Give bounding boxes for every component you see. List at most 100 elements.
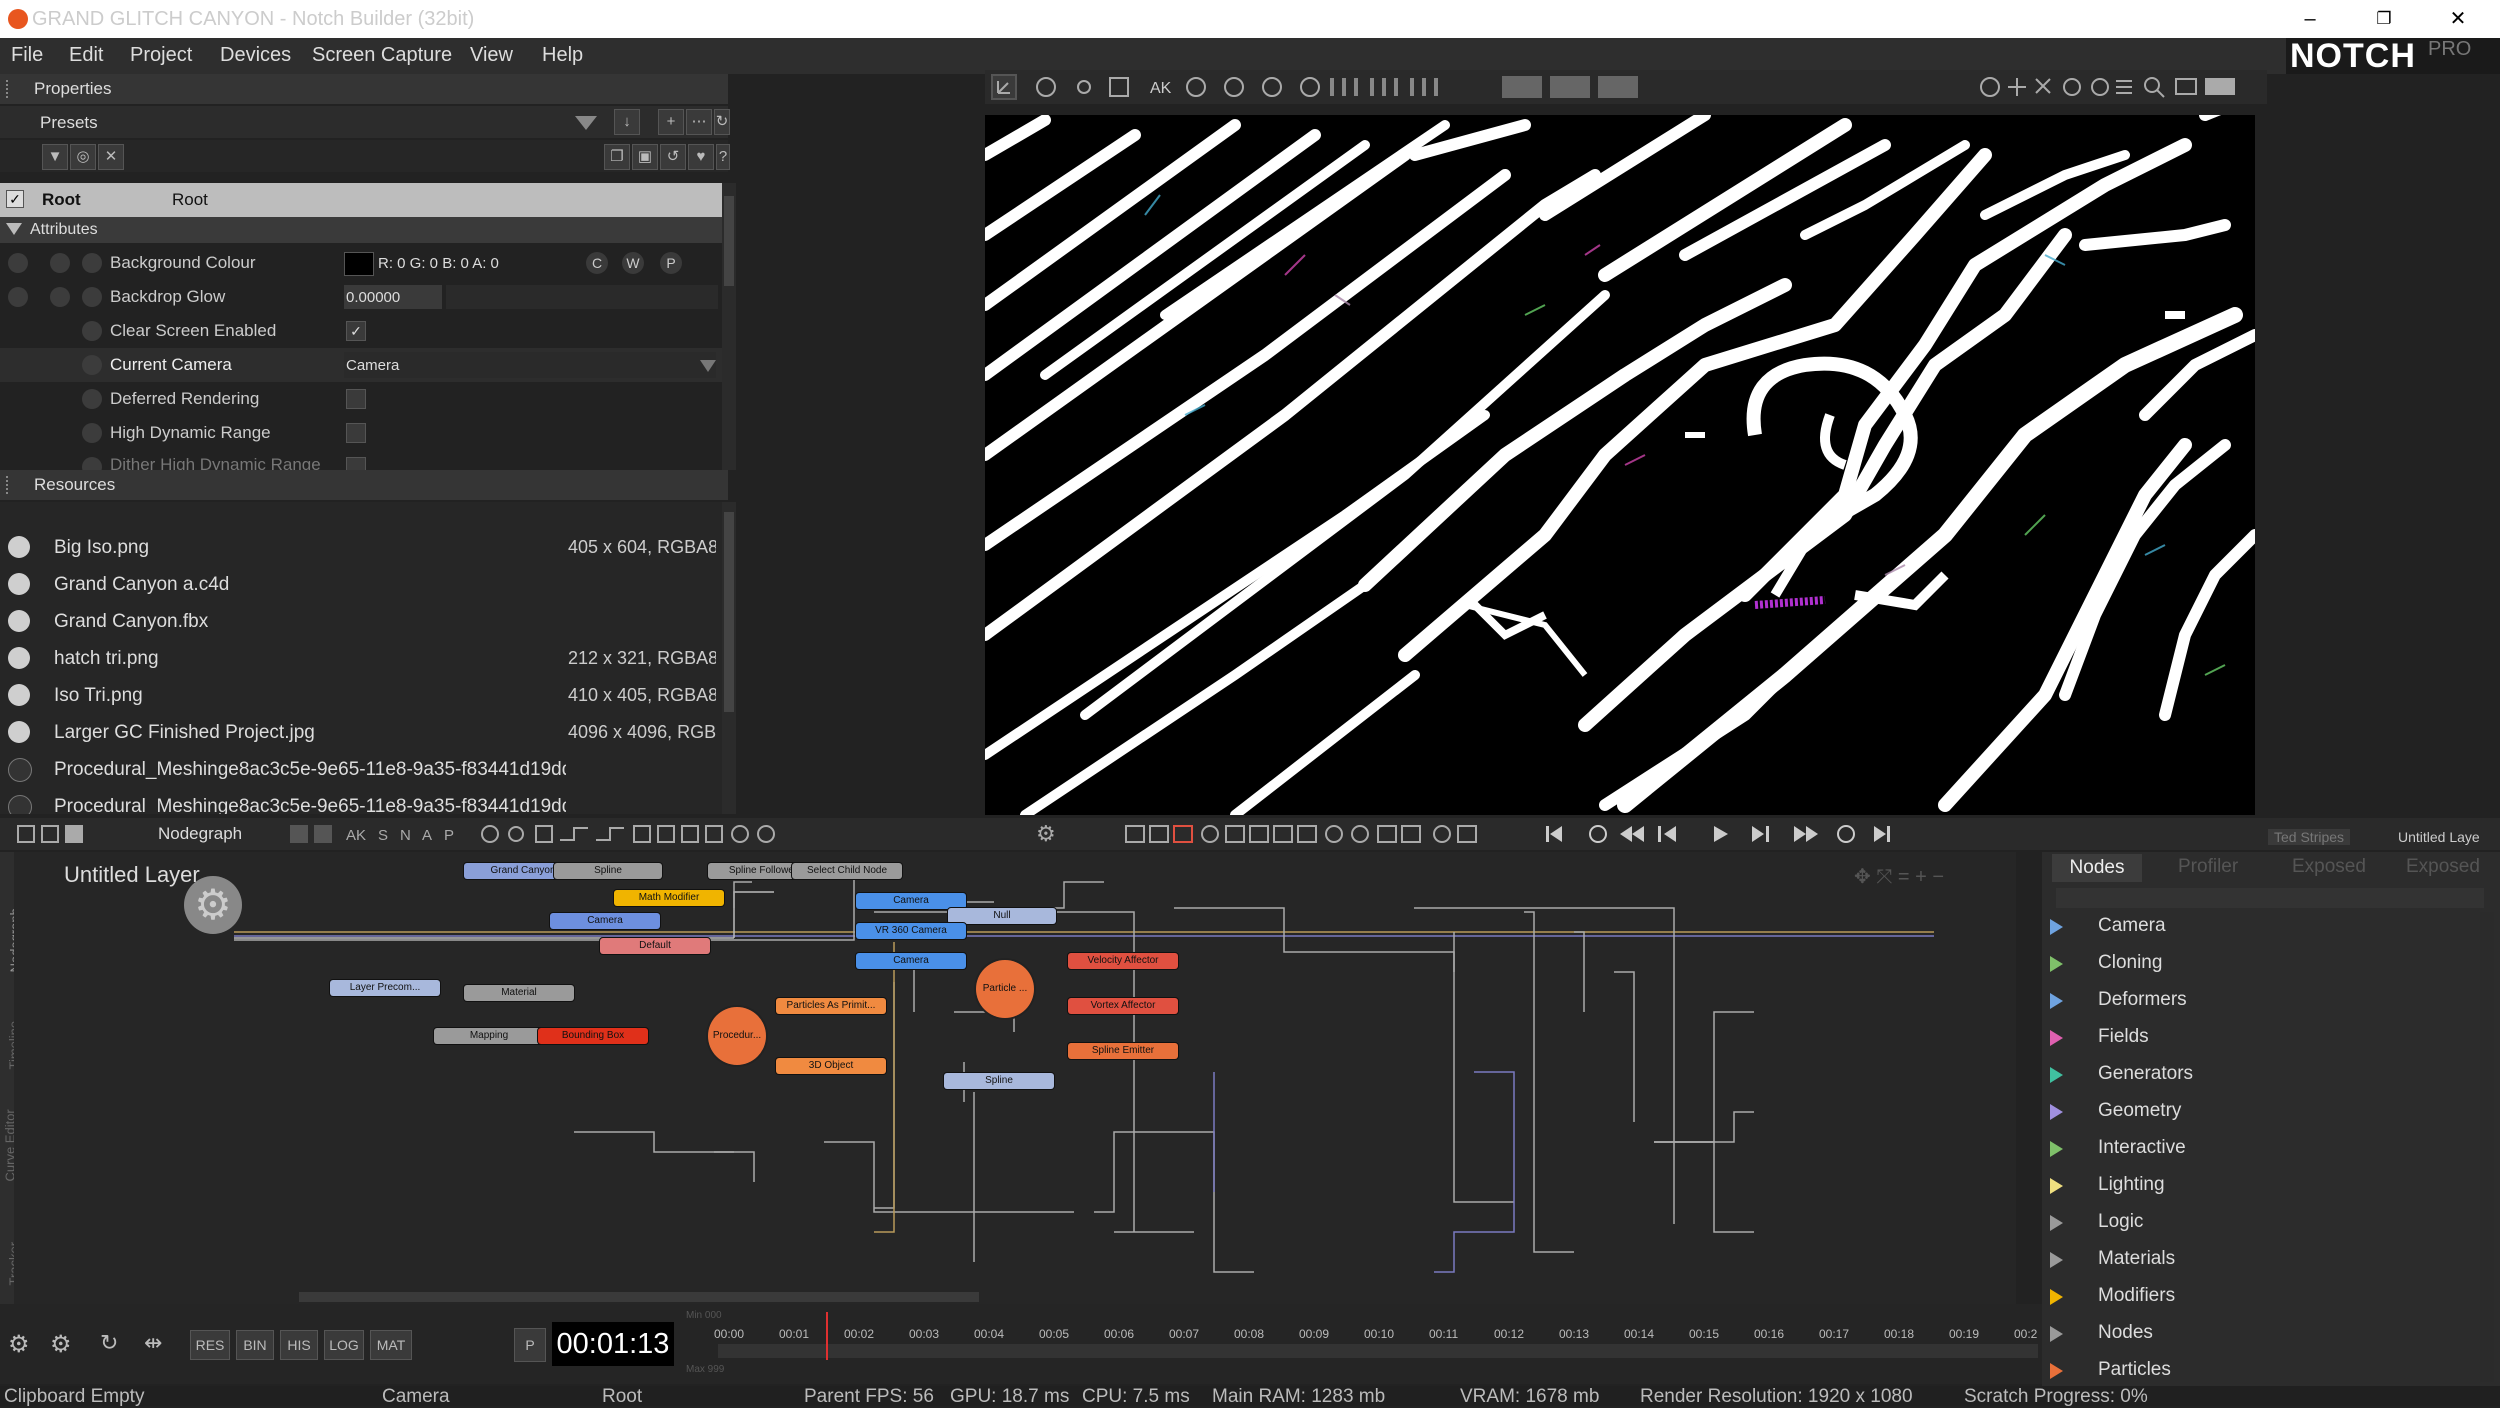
chevron-down-icon[interactable] — [700, 360, 716, 372]
node-bounding-box[interactable]: Bounding Box — [538, 1028, 648, 1044]
resource-item[interactable]: Procedural_Meshinge8ac3c5e-9e65-11e8-9a3… — [0, 751, 722, 788]
link-dot-icon[interactable] — [82, 253, 102, 273]
panel-grip-icon[interactable] — [6, 476, 12, 494]
nodes-search-input[interactable] — [2056, 888, 2484, 908]
node-camera[interactable]: Camera — [856, 893, 966, 909]
p-button[interactable]: P — [514, 1328, 546, 1362]
resources-scroll-thumb[interactable] — [724, 512, 734, 712]
expose-dot-icon[interactable] — [50, 253, 70, 273]
node-spline-emitter[interactable]: Spline Emitter — [1068, 1043, 1178, 1059]
node-material[interactable]: Material — [464, 985, 574, 1001]
minimize-button[interactable]: – — [2290, 4, 2330, 34]
render-viewport[interactable] — [985, 115, 2255, 815]
reload-icon[interactable]: ↻ — [100, 1330, 118, 1356]
playhead[interactable] — [826, 1312, 828, 1360]
panel-grip-icon[interactable] — [6, 80, 12, 98]
nodes-item-generators[interactable]: Generators — [2098, 1063, 2193, 1085]
resource-item[interactable]: Iso Tri.png 410 x 405, RGBA8 — [0, 677, 722, 714]
target-icon[interactable]: ◎ — [70, 144, 96, 170]
timeline-track[interactable] — [718, 1344, 2038, 1358]
link-dot-icon[interactable] — [82, 321, 102, 341]
nodes-item-camera[interactable]: Camera — [2098, 915, 2166, 937]
resource-item[interactable]: Grand Canyon a.c4d — [0, 566, 722, 603]
layer-tab-ted-stripes[interactable]: Ted Stripes — [2268, 829, 2351, 845]
collapse-arrow-icon[interactable] — [6, 223, 22, 235]
link-dot-icon[interactable] — [82, 389, 102, 409]
menu-edit[interactable]: Edit — [69, 44, 103, 67]
camera-select[interactable] — [344, 352, 716, 378]
resource-item[interactable]: hatch tri.png 212 x 321, RGBA8 — [0, 640, 722, 677]
node-velocity-affector[interactable]: Velocity Affector — [1068, 953, 1178, 969]
link-dot-icon[interactable] — [82, 287, 102, 307]
tab-exposed-2[interactable]: Exposed — [2406, 856, 2480, 878]
tab-exposed[interactable]: Exposed — [2292, 856, 2366, 878]
menu-view[interactable]: View — [470, 44, 513, 67]
mat-button[interactable]: MAT — [370, 1330, 412, 1360]
tab-profiler[interactable]: Profiler — [2178, 856, 2238, 878]
keyframe-dot-icon[interactable] — [8, 253, 28, 273]
resource-item[interactable]: Big Iso.png 405 x 604, RGBA8 — [0, 529, 722, 566]
nodes-item-interactive[interactable]: Interactive — [2098, 1137, 2186, 1159]
node-particle-root[interactable]: Particle ... — [976, 960, 1034, 1018]
hdr-checkbox[interactable] — [346, 423, 366, 443]
step-icon[interactable]: ⇹ — [144, 1330, 162, 1356]
expose-dot-icon[interactable] — [50, 287, 70, 307]
nodes-item-cloning[interactable]: Cloning — [2098, 952, 2162, 974]
colour-w-button[interactable]: W — [622, 252, 644, 274]
log-button[interactable]: LOG — [324, 1330, 364, 1360]
resource-item[interactable]: Larger GC Finished Project.jpg 4096 x 40… — [0, 714, 722, 751]
root-enabled-checkbox[interactable]: ✓ — [6, 190, 24, 208]
colour-value[interactable]: R: 0 G: 0 B: 0 A: 0 — [378, 255, 499, 272]
copy-icon[interactable]: ❐ — [604, 144, 630, 170]
layout-tool-icons[interactable] — [14, 822, 94, 846]
menu-help[interactable]: Help — [542, 44, 583, 67]
colour-swatch[interactable] — [344, 252, 374, 276]
nodes-item-fields[interactable]: Fields — [2098, 1026, 2149, 1048]
deferred-checkbox[interactable] — [346, 389, 366, 409]
menu-file[interactable]: File — [11, 44, 43, 67]
refresh-icon[interactable]: ↻ — [714, 109, 730, 135]
current-time-display[interactable]: 00:01:13 — [552, 1322, 674, 1366]
paste-icon[interactable]: ▣ — [632, 144, 658, 170]
node-math-modifier[interactable]: Math Modifier — [614, 890, 724, 906]
favourite-icon[interactable]: ♥ — [688, 144, 714, 170]
node-vr-360-camera[interactable]: VR 360 Camera — [856, 923, 966, 939]
node-layer-precomp[interactable]: Layer Precom... — [330, 980, 440, 996]
nodes-item-modifiers[interactable]: Modifiers — [2098, 1285, 2175, 1307]
layer-tab-untitled[interactable]: Untitled Laye — [2392, 829, 2486, 845]
playback-controls[interactable] — [1540, 822, 1896, 846]
node-camera[interactable]: Camera — [550, 913, 660, 929]
bin-button[interactable]: BIN — [236, 1330, 274, 1360]
node-3d-object[interactable]: 3D Object — [776, 1058, 886, 1074]
nodes-item-logic[interactable]: Logic — [2098, 1211, 2143, 1233]
glow-slider[interactable] — [446, 285, 718, 309]
nodegraph-tool-icons[interactable]: AK S N A P — [290, 822, 810, 846]
nodegraph-canvas[interactable]: Untitled Layer ✥ ⤧ = + − ⚙ Grand Canyon … — [14, 852, 2016, 1304]
nodes-item-deformers[interactable]: Deformers — [2098, 989, 2187, 1011]
settings-gear-icon[interactable]: ⚙ — [1036, 822, 1060, 846]
viewport-right-tools[interactable] — [1976, 73, 2266, 101]
close-button[interactable]: ✕ — [2438, 4, 2478, 34]
clear-filter-icon[interactable]: ✕ — [98, 144, 124, 170]
settings-gear-alt-icon[interactable]: ⚙ — [50, 1330, 72, 1359]
link-dot-icon[interactable] — [82, 355, 102, 375]
undo-icon[interactable]: ↺ — [660, 144, 686, 170]
nodegraph-hscroll-thumb[interactable] — [299, 1292, 979, 1302]
link-dot-icon[interactable] — [82, 457, 102, 470]
layer-root-gear-icon[interactable]: ⚙ — [184, 876, 242, 934]
res-button[interactable]: RES — [190, 1330, 230, 1360]
dither-hdr-checkbox[interactable] — [346, 457, 366, 470]
nodes-item-particles[interactable]: Particles — [2098, 1359, 2171, 1381]
resource-item[interactable]: Procedural_Meshinge8ac3c5e-9e65-11e8-9a3… — [0, 788, 722, 814]
menu-devices[interactable]: Devices — [220, 44, 291, 67]
render-mode-icons[interactable] — [1124, 822, 1484, 846]
nodes-scrollbar[interactable] — [2480, 912, 2494, 1382]
nodes-item-lighting[interactable]: Lighting — [2098, 1174, 2165, 1196]
presets-dropdown-icon[interactable] — [575, 116, 597, 130]
download-icon[interactable]: ↓ — [614, 109, 640, 135]
resource-item[interactable]: Grand Canyon.fbx — [0, 603, 722, 640]
colour-p-button[interactable]: P — [660, 252, 682, 274]
attributes-group[interactable] — [0, 217, 722, 243]
his-button[interactable]: HIS — [280, 1330, 318, 1360]
node-default-material[interactable]: Default — [600, 938, 710, 954]
